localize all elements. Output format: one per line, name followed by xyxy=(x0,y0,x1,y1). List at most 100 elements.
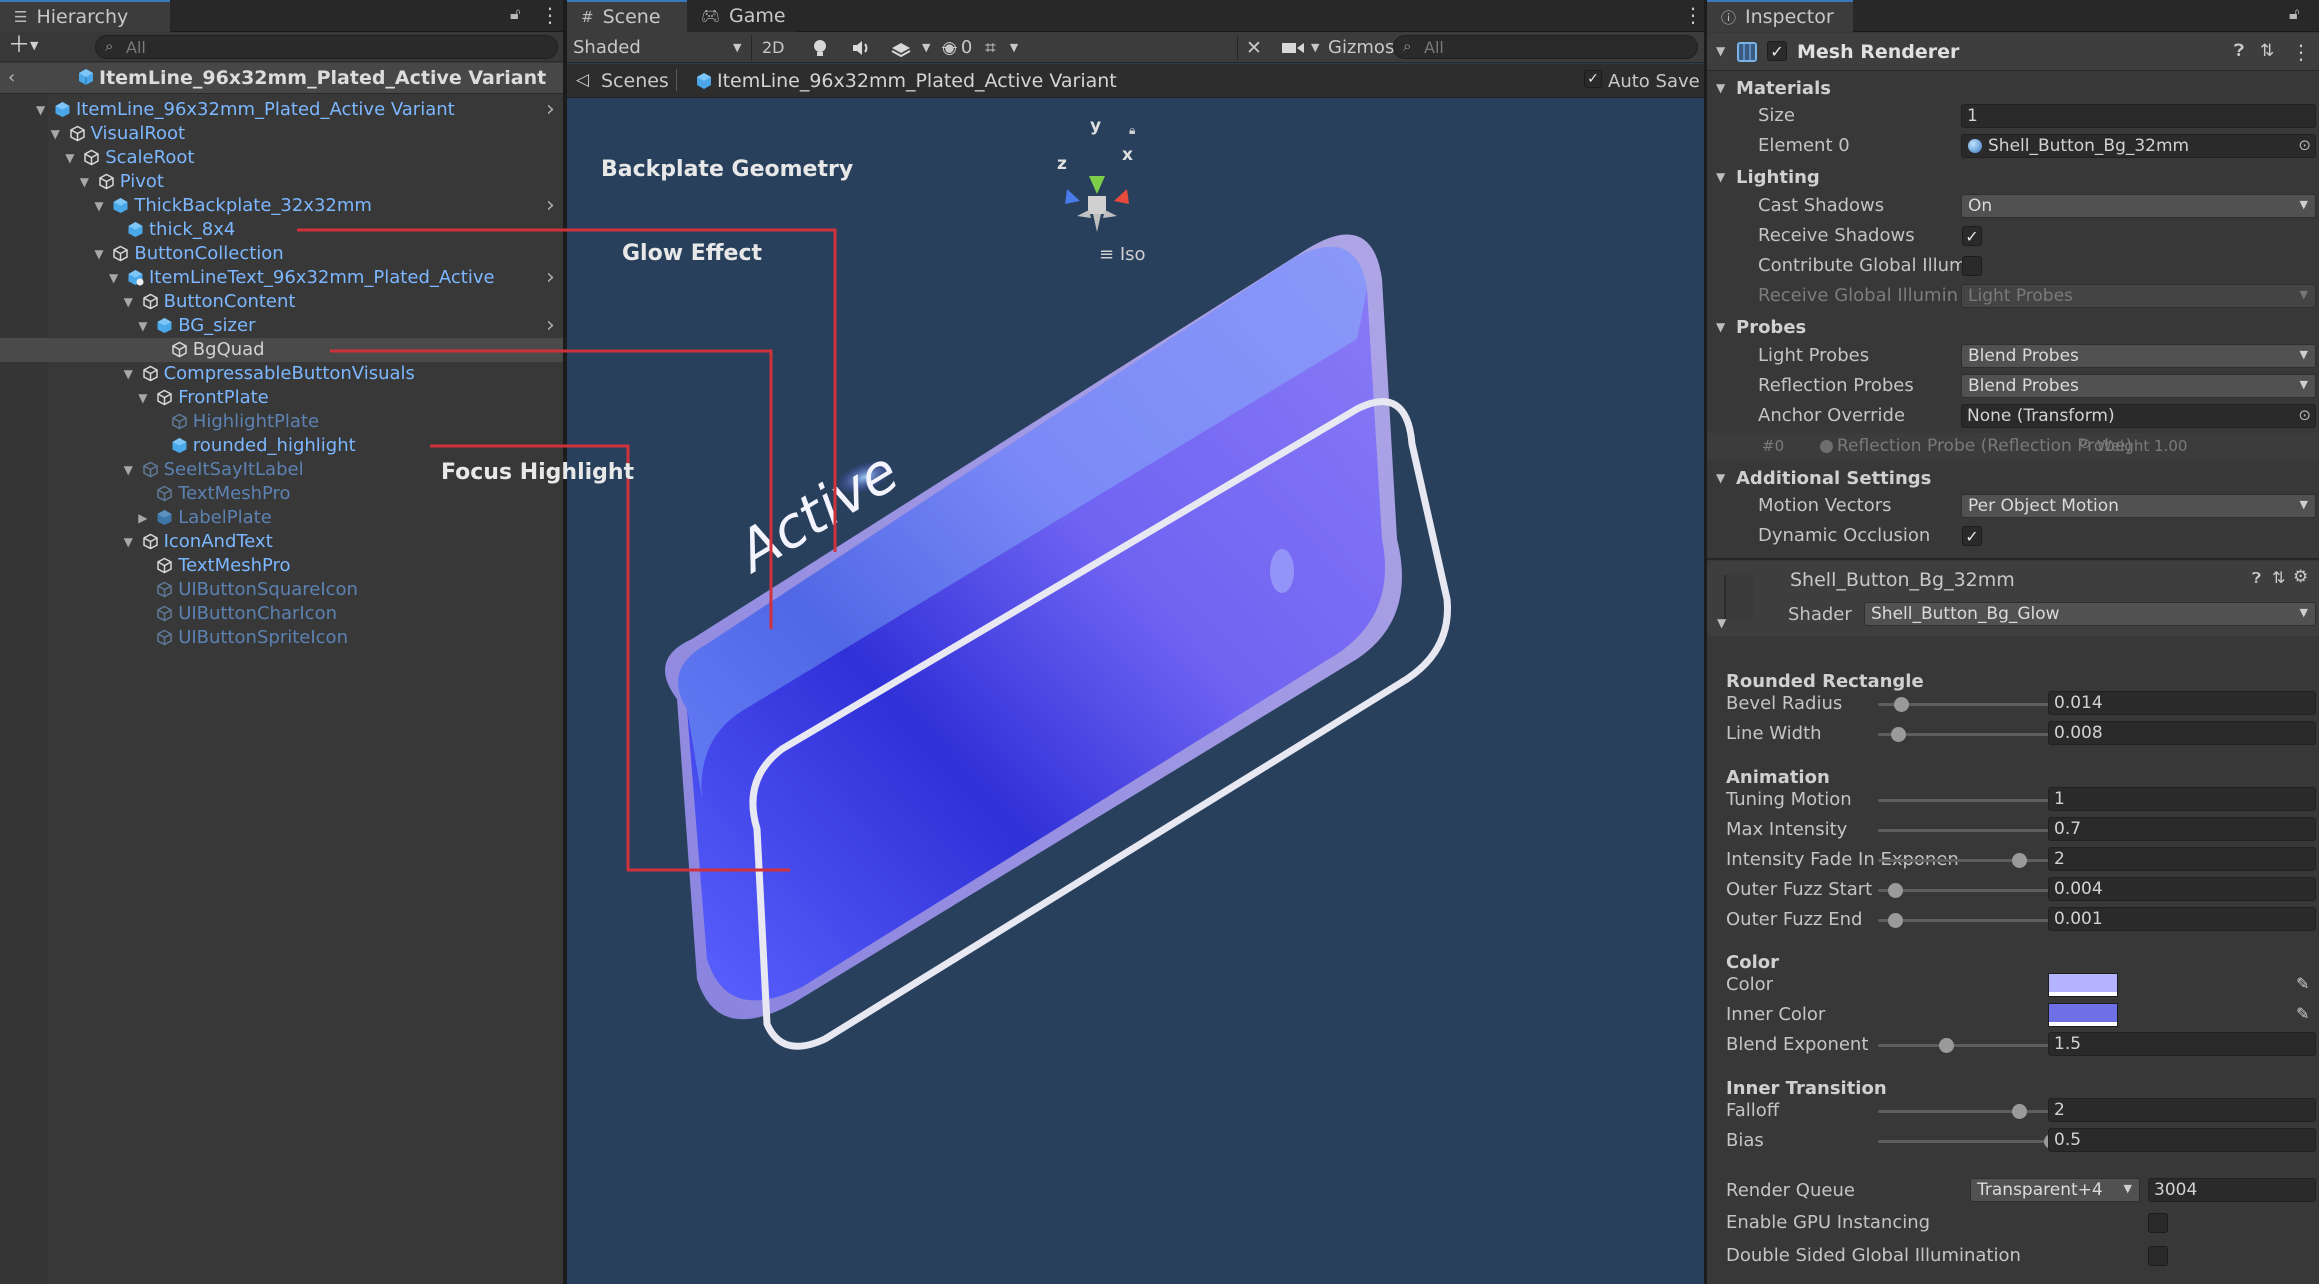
tab-hierarchy[interactable]: ☰ Hierarchy xyxy=(0,0,170,32)
hierarchy-row[interactable]: ▼ Pivot xyxy=(0,170,563,194)
foldout-arrow-icon[interactable]: ▼ xyxy=(51,127,60,141)
breadcrumb-current[interactable]: ItemLine_96x32mm_Plated_Active Variant xyxy=(717,70,1117,92)
max-intensity-field[interactable]: 0.7 xyxy=(2048,817,2316,841)
outer-fuzz-start-slider-knob[interactable] xyxy=(1887,883,1903,898)
foldout-arrow-icon[interactable]: ▼ xyxy=(94,247,103,261)
foldout-arrow-icon[interactable]: ▼ xyxy=(1716,44,1725,58)
hierarchy-search-input[interactable]: ⌕ All xyxy=(95,35,558,59)
additional-settings-foldout[interactable]: ▼ Additional Settings xyxy=(1707,465,2319,495)
hidden-objects-toggle[interactable]: ◉ 0 xyxy=(942,32,972,63)
camera-icon[interactable]: ▼ xyxy=(1281,32,1319,63)
double-sided-gi-checkbox[interactable] xyxy=(2148,1246,2168,1266)
inner-color-swatch[interactable] xyxy=(2048,1003,2118,1027)
hierarchy-row[interactable]: ▼ VisualRoot xyxy=(0,122,563,146)
outer-fuzz-start-field[interactable]: 0.004 xyxy=(2048,877,2316,901)
receive-shadows-checkbox[interactable]: ✓ xyxy=(1962,226,1982,246)
hierarchy-row[interactable]: rounded_highlight xyxy=(0,434,563,458)
falloff-slider-knob[interactable] xyxy=(2011,1104,2027,1119)
preset-icon[interactable]: ⇅ xyxy=(2272,568,2285,587)
open-prefab-arrow-icon[interactable]: › xyxy=(546,193,555,218)
scene-menu-icon[interactable]: ⋮ xyxy=(1683,5,1703,25)
hierarchy-row[interactable]: ▼ ButtonCollection xyxy=(0,242,563,266)
component-menu-icon[interactable]: ⋮ xyxy=(2291,42,2311,62)
grid-snap-icon[interactable]: ⌗ ▼ xyxy=(985,32,1018,63)
intensity-fade-field[interactable]: 2 xyxy=(2048,847,2316,871)
open-prefab-arrow-icon[interactable]: › xyxy=(546,265,555,290)
render-queue-field[interactable]: 3004 xyxy=(2148,1178,2316,1202)
shader-dropdown[interactable]: Shell_Button_Bg_Glow ▼ xyxy=(1864,602,2316,626)
hierarchy-row[interactable]: UIButtonSquareIcon xyxy=(0,578,563,602)
auto-save-checkbox[interactable]: ✓ xyxy=(1584,70,1602,88)
open-prefab-arrow-icon[interactable]: › xyxy=(546,313,555,338)
bevel-radius-slider-knob[interactable] xyxy=(1893,697,1909,712)
motion-vectors-dropdown[interactable]: Per Object Motion ▼ xyxy=(1961,494,2316,518)
foldout-arrow-icon[interactable]: ▼ xyxy=(65,151,74,165)
foldout-arrow-icon[interactable]: ▼ xyxy=(1717,616,1726,630)
preset-icon[interactable]: ⇅ xyxy=(2260,41,2274,61)
size-field[interactable]: 1 xyxy=(1961,104,2316,128)
lighting-toggle-icon[interactable] xyxy=(811,32,829,63)
help-icon[interactable]: ❓︎ xyxy=(2234,41,2244,61)
outer-fuzz-end-slider-knob[interactable] xyxy=(1887,913,1903,928)
light-probes-dropdown[interactable]: Blend Probes ▼ xyxy=(1961,344,2316,368)
foldout-arrow-icon[interactable]: ▼ xyxy=(109,271,118,285)
foldout-arrow-icon[interactable]: ▼ xyxy=(80,175,89,189)
hierarchy-row[interactable]: ▼ ScaleRoot xyxy=(0,146,563,170)
hierarchy-row[interactable]: HighlightPlate xyxy=(0,410,563,434)
hierarchy-row[interactable]: ▼ BG_sizer › xyxy=(0,313,563,338)
bevel-radius-field[interactable]: 0.014 xyxy=(2048,691,2316,715)
object-picker-icon[interactable]: ⊙ xyxy=(2298,406,2311,424)
foldout-arrow-icon[interactable]: ▼ xyxy=(138,391,147,405)
hierarchy-row[interactable]: ▼ IconAndText xyxy=(0,530,563,554)
eyedropper-icon[interactable]: ✎ xyxy=(2296,1004,2309,1023)
2d-toggle[interactable]: 2D xyxy=(762,32,796,63)
hierarchy-row[interactable]: ▶ LabelPlate xyxy=(0,506,563,530)
hierarchy-row[interactable]: ▼ ItemLineText_96x32mm_Plated_Active › xyxy=(0,265,563,290)
view-mode-toggle[interactable]: ≡ Iso xyxy=(1099,244,1146,265)
foldout-arrow-icon[interactable]: ▼ xyxy=(124,367,133,381)
hierarchy-row[interactable]: TextMeshPro xyxy=(0,482,563,506)
hierarchy-row[interactable]: BgQuad xyxy=(0,338,563,362)
contribute-gi-checkbox[interactable] xyxy=(1962,256,1982,276)
create-button[interactable]: ＋▼ xyxy=(8,34,48,60)
help-icon[interactable]: ❓︎ xyxy=(2252,569,2261,587)
foldout-arrow-icon[interactable]: ▼ xyxy=(124,295,133,309)
anchor-override-field[interactable]: None (Transform) ⊙ xyxy=(1961,404,2316,428)
lock-icon[interactable]: 🔓︎ xyxy=(2289,4,2299,24)
blend-exponent-slider-knob[interactable] xyxy=(1938,1038,1954,1053)
bias-field[interactable]: 0.5 xyxy=(2048,1128,2316,1152)
back-arrow-icon[interactable]: ‹ xyxy=(8,67,15,88)
materials-foldout[interactable]: ▼ Materials xyxy=(1707,75,2319,105)
hierarchy-row[interactable]: UIButtonSpriteIcon xyxy=(0,626,563,650)
cast-shadows-dropdown[interactable]: On ▼ xyxy=(1961,194,2316,218)
hierarchy-row[interactable]: ▼ ThickBackplate_32x32mm › xyxy=(0,193,563,218)
settings-gear-icon[interactable]: ⚙ xyxy=(2293,567,2308,587)
eyedropper-icon[interactable]: ✎ xyxy=(2296,974,2309,993)
tools-icon[interactable]: ✕ xyxy=(1246,32,1262,63)
object-picker-icon[interactable]: ⊙ xyxy=(2298,136,2311,154)
hierarchy-row[interactable]: ▼ ItemLine_96x32mm_Plated_Active Variant › xyxy=(0,97,563,122)
mesh-renderer-header[interactable]: ▼ ✓ Mesh Renderer ❓︎ ⇅ ⋮ xyxy=(1707,33,2319,71)
tab-inspector[interactable]: ⓘ Inspector xyxy=(1707,0,1853,32)
foldout-arrow-icon[interactable]: ▼ xyxy=(124,535,133,549)
hierarchy-row[interactable]: UIButtonCharIcon xyxy=(0,602,563,626)
effects-toggle-icon[interactable]: ▼ xyxy=(890,32,930,63)
gpu-instancing-checkbox[interactable] xyxy=(2148,1213,2168,1233)
lighting-foldout[interactable]: ▼ Lighting xyxy=(1707,164,2319,194)
tab-game[interactable]: 🎮︎ Game xyxy=(687,0,797,32)
orientation-gizmo[interactable] xyxy=(1065,176,1129,232)
intensity-fade-slider-knob[interactable] xyxy=(2011,853,2027,868)
hierarchy-row[interactable]: thick_8x4 xyxy=(0,218,563,242)
reflection-probes-dropdown[interactable]: Blend Probes ▼ xyxy=(1961,374,2316,398)
gizmo-lock-icon[interactable]: 🔒︎ xyxy=(1129,123,1135,138)
color-swatch[interactable] xyxy=(2048,973,2118,997)
foldout-arrow-icon[interactable]: ▶ xyxy=(138,511,147,525)
blend-exponent-field[interactable]: 1.5 xyxy=(2048,1032,2316,1056)
hierarchy-menu-icon[interactable]: ⋮ xyxy=(540,5,560,25)
tab-scene[interactable]: # Scene xyxy=(567,0,687,32)
draw-mode-dropdown[interactable]: Shaded ▼ xyxy=(573,32,748,63)
scene-search-input[interactable]: ⌕ All xyxy=(1393,35,1698,59)
element0-field[interactable]: Shell_Button_Bg_32mm ⊙ xyxy=(1961,134,2316,158)
foldout-arrow-icon[interactable]: ▼ xyxy=(36,103,45,117)
dynamic-occlusion-checkbox[interactable]: ✓ xyxy=(1962,526,1982,546)
